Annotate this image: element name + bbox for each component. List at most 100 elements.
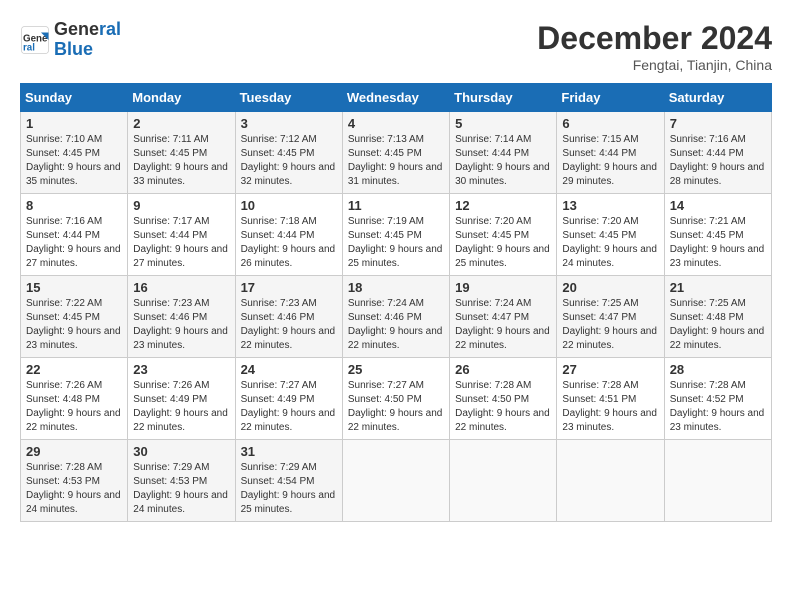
day-info: Sunrise: 7:11 AMSunset: 4:45 PMDaylight:… — [133, 133, 229, 189]
day-number: 1 — [26, 116, 122, 131]
calendar-cell: 27 Sunrise: 7:28 AMSunset: 4:51 PMDayligh… — [557, 358, 664, 440]
calendar-cell — [664, 440, 771, 522]
day-number: 17 — [241, 280, 337, 295]
day-info: Sunrise: 7:23 AMSunset: 4:46 PMDaylight:… — [133, 297, 229, 353]
day-number: 15 — [26, 280, 122, 295]
day-number: 21 — [670, 280, 766, 295]
day-number: 10 — [241, 198, 337, 213]
calendar-cell: 7Sunrise: 7:16 AMSunset: 4:44 PMDaylight… — [664, 112, 771, 194]
day-info: Sunrise: 7:28 AMSunset: 4:52 PMDaylight:… — [670, 379, 766, 435]
calendar-cell — [450, 440, 557, 522]
day-number: 13 — [562, 198, 658, 213]
day-number: 26 — [455, 362, 551, 377]
calendar-cell: 8Sunrise: 7:16 AMSunset: 4:44 PMDaylight… — [21, 194, 128, 276]
calendar-cell — [557, 440, 664, 522]
calendar-week-row: 8Sunrise: 7:16 AMSunset: 4:44 PMDaylight… — [21, 194, 772, 276]
weekday-header-thursday: Thursday — [450, 84, 557, 112]
calendar-cell: 18 Sunrise: 7:24 AMSunset: 4:46 PMDayligh… — [342, 276, 449, 358]
weekday-header-sunday: Sunday — [21, 84, 128, 112]
calendar-cell: 9Sunrise: 7:17 AMSunset: 4:44 PMDaylight… — [128, 194, 235, 276]
calendar-week-row: 22Sunrise: 7:26 AMSunset: 4:48 PMDayligh… — [21, 358, 772, 440]
calendar-cell: 11 Sunrise: 7:19 AMSunset: 4:45 PMDayligh… — [342, 194, 449, 276]
day-info: Sunrise: 7:13 AMSunset: 4:45 PMDaylight:… — [348, 133, 444, 189]
day-info: Sunrise: 7:26 AMSunset: 4:49 PMDaylight:… — [133, 379, 229, 435]
calendar-cell: 29 Sunrise: 7:28 AMSunset: 4:53 PMDayligh… — [21, 440, 128, 522]
day-info: Sunrise: 7:20 AMSunset: 4:45 PMDaylight:… — [562, 215, 658, 271]
day-number: 4 — [348, 116, 444, 131]
day-info: Sunrise: 7:18 AMSunset: 4:44 PMDaylight:… — [241, 215, 337, 271]
day-number: 24 — [241, 362, 337, 377]
day-info: Sunrise: 7:25 AMSunset: 4:48 PMDaylight:… — [670, 297, 766, 353]
svg-text:ral: ral — [23, 42, 35, 53]
day-info: Sunrise: 7:19 AMSunset: 4:45 PMDaylight:… — [348, 215, 444, 271]
calendar-cell: 23 Sunrise: 7:26 AMSunset: 4:49 PMDayligh… — [128, 358, 235, 440]
day-info: Sunrise: 7:21 AMSunset: 4:45 PMDaylight:… — [670, 215, 766, 271]
calendar-cell: 3 Sunrise: 7:12 AMSunset: 4:45 PMDaylight… — [235, 112, 342, 194]
day-number: 6 — [562, 116, 658, 131]
day-number: 30 — [133, 444, 229, 459]
calendar-table: SundayMondayTuesdayWednesdayThursdayFrid… — [20, 83, 772, 522]
day-info: Sunrise: 7:15 AMSunset: 4:44 PMDaylight:… — [562, 133, 658, 189]
day-info: Sunrise: 7:28 AMSunset: 4:51 PMDaylight:… — [562, 379, 658, 435]
day-number: 22 — [26, 362, 122, 377]
day-info: Sunrise: 7:24 AMSunset: 4:46 PMDaylight:… — [348, 297, 444, 353]
logo: Gene ral GeneralBlue — [20, 20, 121, 60]
day-number: 18 — [348, 280, 444, 295]
day-number: 12 — [455, 198, 551, 213]
day-number: 11 — [348, 198, 444, 213]
day-number: 7 — [670, 116, 766, 131]
weekday-header-wednesday: Wednesday — [342, 84, 449, 112]
day-info: Sunrise: 7:29 AMSunset: 4:54 PMDaylight:… — [241, 461, 337, 517]
calendar-cell: 31 Sunrise: 7:29 AMSunset: 4:54 PMDayligh… — [235, 440, 342, 522]
day-info: Sunrise: 7:29 AMSunset: 4:53 PMDaylight:… — [133, 461, 229, 517]
day-number: 9 — [133, 198, 229, 213]
calendar-week-row: 15Sunrise: 7:22 AMSunset: 4:45 PMDayligh… — [21, 276, 772, 358]
location: Fengtai, Tianjin, China — [537, 57, 772, 73]
day-number: 25 — [348, 362, 444, 377]
logo-text: GeneralBlue — [54, 20, 121, 60]
day-number: 14 — [670, 198, 766, 213]
calendar-cell: 21 Sunrise: 7:25 AMSunset: 4:48 PMDayligh… — [664, 276, 771, 358]
calendar-week-row: 1Sunrise: 7:10 AMSunset: 4:45 PMDaylight… — [21, 112, 772, 194]
calendar-cell: 5Sunrise: 7:14 AMSunset: 4:44 PMDaylight… — [450, 112, 557, 194]
calendar-cell: 20 Sunrise: 7:25 AMSunset: 4:47 PMDayligh… — [557, 276, 664, 358]
day-number: 23 — [133, 362, 229, 377]
page-header: Gene ral GeneralBlue December 2024 Fengt… — [20, 20, 772, 73]
logo-icon: Gene ral — [20, 25, 50, 55]
day-info: Sunrise: 7:28 AMSunset: 4:50 PMDaylight:… — [455, 379, 551, 435]
weekday-header-row: SundayMondayTuesdayWednesdayThursdayFrid… — [21, 84, 772, 112]
day-info: Sunrise: 7:27 AMSunset: 4:50 PMDaylight:… — [348, 379, 444, 435]
day-number: 31 — [241, 444, 337, 459]
calendar-cell: 22Sunrise: 7:26 AMSunset: 4:48 PMDayligh… — [21, 358, 128, 440]
calendar-cell: 25 Sunrise: 7:27 AMSunset: 4:50 PMDayligh… — [342, 358, 449, 440]
day-number: 20 — [562, 280, 658, 295]
day-number: 3 — [241, 116, 337, 131]
calendar-cell: 13 Sunrise: 7:20 AMSunset: 4:45 PMDayligh… — [557, 194, 664, 276]
weekday-header-tuesday: Tuesday — [235, 84, 342, 112]
day-info: Sunrise: 7:24 AMSunset: 4:47 PMDaylight:… — [455, 297, 551, 353]
day-number: 2 — [133, 116, 229, 131]
day-number: 16 — [133, 280, 229, 295]
weekday-header-saturday: Saturday — [664, 84, 771, 112]
calendar-cell: 19 Sunrise: 7:24 AMSunset: 4:47 PMDayligh… — [450, 276, 557, 358]
calendar-cell: 26 Sunrise: 7:28 AMSunset: 4:50 PMDayligh… — [450, 358, 557, 440]
day-number: 29 — [26, 444, 122, 459]
calendar-cell: 6 Sunrise: 7:15 AMSunset: 4:44 PMDaylight… — [557, 112, 664, 194]
calendar-cell: 4 Sunrise: 7:13 AMSunset: 4:45 PMDaylight… — [342, 112, 449, 194]
calendar-cell: 2 Sunrise: 7:11 AMSunset: 4:45 PMDaylight… — [128, 112, 235, 194]
day-info: Sunrise: 7:25 AMSunset: 4:47 PMDaylight:… — [562, 297, 658, 353]
calendar-cell: 15Sunrise: 7:22 AMSunset: 4:45 PMDayligh… — [21, 276, 128, 358]
calendar-cell: 28 Sunrise: 7:28 AMSunset: 4:52 PMDayligh… — [664, 358, 771, 440]
day-number: 28 — [670, 362, 766, 377]
day-info: Sunrise: 7:28 AMSunset: 4:53 PMDaylight:… — [26, 461, 122, 517]
day-number: 5 — [455, 116, 551, 131]
day-number: 27 — [562, 362, 658, 377]
day-number: 19 — [455, 280, 551, 295]
calendar-cell: 14 Sunrise: 7:21 AMSunset: 4:45 PMDayligh… — [664, 194, 771, 276]
weekday-header-friday: Friday — [557, 84, 664, 112]
calendar-cell: 12Sunrise: 7:20 AMSunset: 4:45 PMDayligh… — [450, 194, 557, 276]
day-info: Sunrise: 7:12 AMSunset: 4:45 PMDaylight:… — [241, 133, 337, 189]
day-info: Sunrise: 7:27 AMSunset: 4:49 PMDaylight:… — [241, 379, 337, 435]
calendar-cell: 30 Sunrise: 7:29 AMSunset: 4:53 PMDayligh… — [128, 440, 235, 522]
calendar-cell: 10 Sunrise: 7:18 AMSunset: 4:44 PMDayligh… — [235, 194, 342, 276]
